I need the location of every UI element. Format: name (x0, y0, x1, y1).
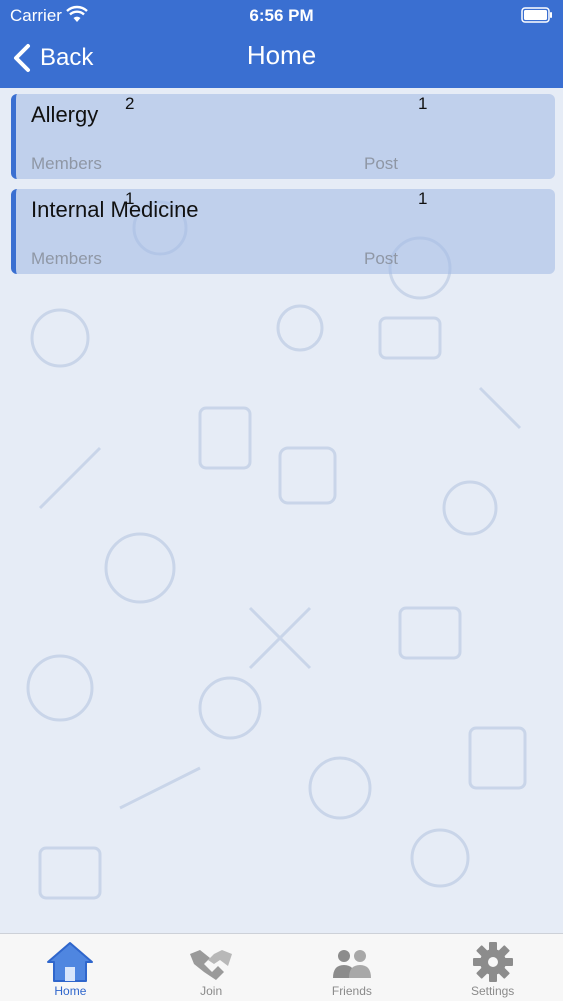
group-name: Allergy (31, 102, 99, 127)
group-name: Internal Medicine (31, 197, 199, 222)
tab-join[interactable]: Join (141, 934, 282, 1001)
battery-icon (521, 7, 552, 23)
page-title: Home (246, 40, 317, 70)
post-label: Post (364, 249, 399, 268)
tab-bar: Home Join Friends Settings (0, 933, 563, 1001)
status-bar: Carrier 6:56 PM (0, 0, 563, 30)
post-count: 1 (418, 94, 428, 113)
tab-settings[interactable]: Settings (422, 934, 563, 1001)
post-count: 1 (418, 189, 428, 208)
post-label: Post (364, 154, 399, 173)
tab-label: Home (54, 984, 87, 998)
tab-label: Settings (470, 984, 515, 998)
tab-label: Join (200, 984, 223, 998)
gear-icon (472, 942, 513, 982)
status-time: 6:56 PM (249, 6, 314, 25)
handshake-icon (190, 950, 233, 980)
app-header: Carrier 6:56 PM Back Home (0, 0, 563, 88)
home-icon (47, 942, 94, 982)
members-label: Members (31, 249, 102, 268)
friends-icon (332, 950, 371, 978)
group-card-allergy[interactable]: Allergy Members 2 Post 1 (11, 94, 555, 179)
members-count: 1 (125, 189, 135, 208)
group-list: Allergy Members 2 Post 1 Internal Medici… (11, 94, 555, 284)
tab-home[interactable]: Home (0, 934, 141, 1001)
members-count: 2 (125, 94, 135, 113)
navigation-bar: Back Home (0, 30, 563, 88)
group-card-internal-medicine[interactable]: Internal Medicine Members 1 Post 1 (11, 189, 555, 274)
tab-label: Friends (331, 984, 372, 998)
members-label: Members (31, 154, 102, 173)
tab-friends[interactable]: Friends (282, 934, 423, 1001)
